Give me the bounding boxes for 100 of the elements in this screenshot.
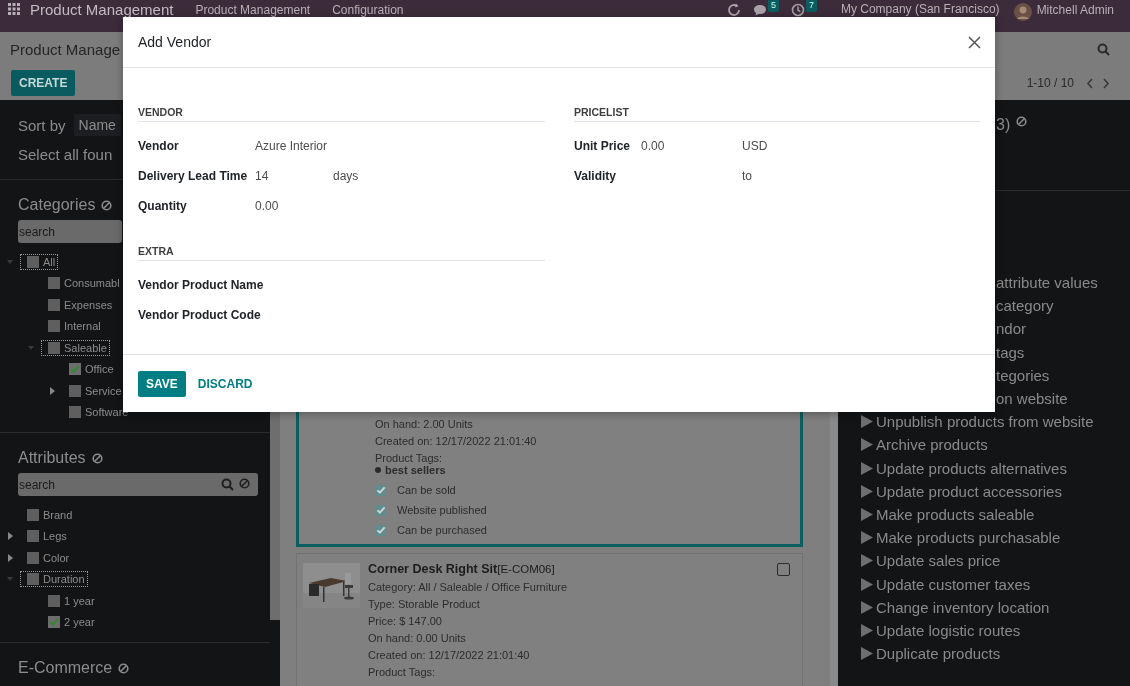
refresh-icon[interactable] [726,3,741,17]
search-icon[interactable] [1097,42,1110,56]
play-icon[interactable] [860,646,874,662]
app-grid-icon[interactable] [8,3,20,15]
action-link[interactable]: Update sales price [876,552,1001,570]
action-link[interactable]: Update customer taxes [876,575,1031,593]
checkbox[interactable] [69,384,81,397]
collapsed-caret-icon[interactable] [7,553,13,562]
product-detail: On hand: 2.00 Units [375,418,474,430]
select-all-link[interactable]: Select all foun [18,146,113,163]
checkbox[interactable] [48,594,60,607]
avatar-icon[interactable] [1013,3,1032,21]
action-link[interactable]: ndor [996,320,1027,338]
filter-item[interactable]: Saleable [41,339,110,356]
clear-icon[interactable] [91,452,103,464]
checkbox[interactable] [375,484,386,496]
product-detail: Price: $ 147.00 [368,615,443,627]
checkbox[interactable] [27,573,39,586]
collapsed-caret-icon[interactable] [49,386,55,395]
clear-icon[interactable] [239,478,250,489]
menu-item[interactable]: Configuration [332,3,404,17]
next-icon[interactable] [1102,77,1110,89]
play-icon[interactable] [860,460,874,476]
filter-item[interactable]: All [20,253,59,270]
filter-item[interactable]: Service [62,382,125,399]
sort-dropdown[interactable]: Name [73,114,121,136]
collapsed-caret-icon[interactable] [7,532,13,541]
action-link[interactable]: Update product accessories [876,482,1062,500]
previous-icon[interactable] [1086,77,1094,89]
count-badge: 5 [767,0,779,12]
filter-item[interactable]: Consumabl [41,275,123,292]
product-detail: Category: All / Saleable / Office Furniture [368,581,569,593]
action-link[interactable]: Change inventory location [876,598,1050,616]
filter-item[interactable]: 2 year [41,614,98,631]
checkbox-label: Website published [397,504,487,516]
section-heading: VENDOR [138,106,545,122]
checkbox[interactable] [375,524,386,536]
play-icon[interactable] [860,622,874,638]
create-button[interactable]: CREATE [11,70,76,96]
action-link[interactable]: on website [996,390,1068,408]
search-field[interactable]: search [18,473,258,496]
checkbox[interactable] [48,298,60,311]
checkbox[interactable] [27,551,39,564]
filter-item[interactable]: Expenses [41,296,116,313]
action-link[interactable]: attribute values [996,274,1098,292]
action-link[interactable]: Make products purchasable [876,529,1061,547]
play-icon[interactable] [860,599,874,615]
checkbox[interactable] [69,363,81,376]
action-link[interactable]: category [996,297,1054,315]
checkbox[interactable] [27,530,39,543]
clear-icon[interactable] [1016,116,1028,127]
filter-item[interactable]: Internal [41,318,104,335]
product-card[interactable]: Corner Desk Right Sit[E-COM06] Category: All / Saleable / Office Furniture Type: Storable Product Price: $ 147.00 On hand: 0.00 Units Created on: 12/17/2022 21:01:40 Product Tags: [296,553,803,686]
play-icon[interactable] [860,483,874,499]
clock-icon[interactable] [790,3,805,17]
action-link[interactable]: tegories [996,366,1050,384]
checkbox[interactable] [777,562,790,576]
filter-item[interactable]: Office [62,361,117,378]
action-link[interactable]: tags [996,343,1025,361]
filter-item[interactable]: Color [20,549,73,566]
user-menu[interactable]: Mitchell Admin [1036,3,1114,17]
action-link[interactable]: Make products saleable [876,505,1035,523]
checkbox[interactable] [48,320,60,333]
play-icon[interactable] [860,553,874,569]
close-button[interactable] [968,35,981,49]
action-link[interactable]: Unpublish products from website [876,413,1094,431]
checkbox[interactable] [375,504,386,516]
play-icon[interactable] [860,437,874,453]
action-link[interactable]: Duplicate products [876,645,1001,663]
search-icon[interactable] [221,478,234,491]
filter-item[interactable]: Legs [20,528,70,545]
clear-icon[interactable] [101,199,113,211]
filter-item[interactable]: Brand [20,506,76,523]
section-heading: EXTRA [138,245,545,261]
checkbox[interactable] [48,277,60,290]
menu-item[interactable]: Product Management [195,3,311,17]
play-icon[interactable] [860,506,874,522]
checkbox[interactable] [48,341,60,354]
save-button[interactable]: SAVE [138,370,186,397]
action-link[interactable]: Update products alternatives [876,459,1067,477]
filter-item[interactable]: Software [62,404,132,421]
play-icon[interactable] [860,414,874,430]
checkbox[interactable] [27,255,39,268]
discard-button[interactable]: DISCARD [189,376,261,391]
play-icon[interactable] [860,530,874,546]
chat-icon[interactable] [752,4,767,16]
field-label: Vendor Product Name [138,278,264,292]
action-link[interactable]: Archive products [876,436,988,454]
action-link[interactable]: Update logistic routes [876,621,1021,639]
clear-icon[interactable] [118,662,130,674]
checkbox[interactable] [27,508,39,521]
checkbox[interactable] [69,406,81,419]
filter-item[interactable]: 1 year [41,592,98,609]
checkbox[interactable] [48,616,60,629]
tags-label: Product Tags: [375,452,444,464]
search-field[interactable]: search [18,220,122,243]
company-switcher[interactable]: My Company (San Francisco) [840,2,1000,16]
checkbox-label: Can be purchased [397,524,487,536]
play-icon[interactable] [860,576,874,592]
filter-item[interactable]: Duration [20,571,88,588]
